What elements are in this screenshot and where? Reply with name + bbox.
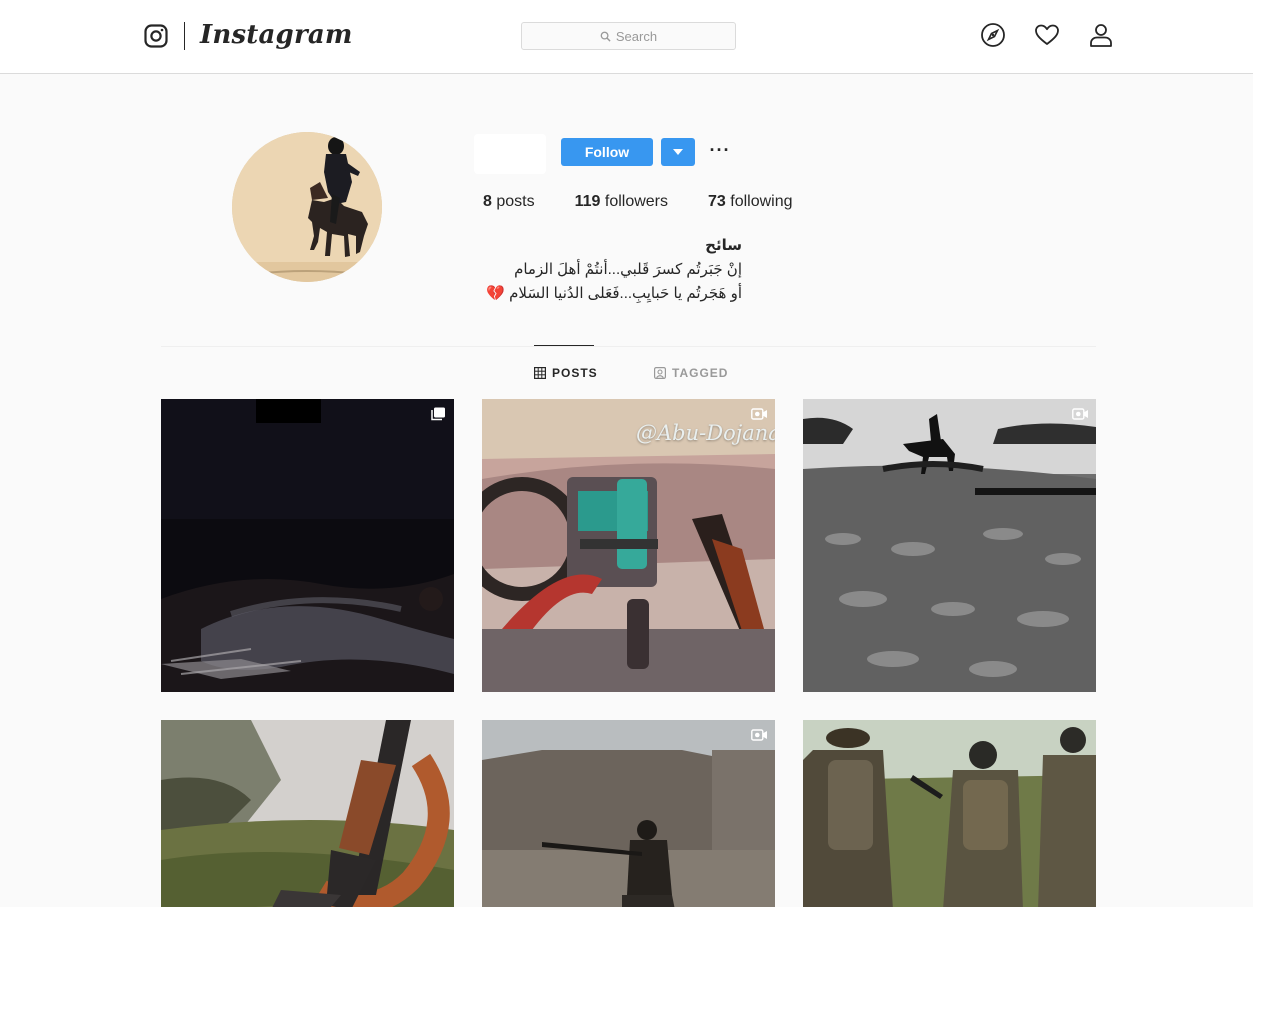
search-icon — [600, 31, 611, 42]
post-image — [161, 720, 454, 907]
explore-compass-icon[interactable] — [980, 22, 1006, 48]
tab-tagged[interactable]: TAGGED — [654, 366, 728, 380]
post-overlay-text: @Abu-Dojana — [636, 421, 775, 445]
follow-button[interactable]: Follow — [561, 138, 653, 166]
video-camera-icon — [1072, 408, 1088, 420]
profile-stats: 8 posts 119 followers 73 following — [483, 193, 793, 211]
profile-avatar[interactable] — [232, 132, 382, 282]
page-viewport: Instagram Search Follow ··· 8 posts 119 … — [0, 0, 1253, 907]
stat-followers[interactable]: 119 followers — [575, 193, 668, 211]
bio-line-2: أو هَجَرتُم يا حَبايِبِ...فَعَلى الدُنيا… — [486, 285, 742, 302]
tabs-divider — [161, 346, 1096, 347]
search-placeholder: Search — [615, 28, 658, 44]
post-tile[interactable] — [482, 720, 775, 907]
grid-icon — [534, 367, 546, 379]
tab-tagged-label: TAGGED — [672, 366, 729, 380]
post-image — [803, 399, 1096, 692]
active-tab-indicator — [534, 345, 594, 346]
top-navigation-bar: Instagram Search — [0, 0, 1253, 74]
stat-following-label: following — [730, 193, 793, 210]
tagged-user-icon — [654, 367, 666, 379]
suggested-accounts-button[interactable] — [661, 138, 695, 166]
profile-user-icon[interactable] — [1088, 22, 1114, 48]
post-tile[interactable]: @Abu-Dojana — [482, 399, 775, 692]
bio-line-1: إنْ جَبَرتُم كسرَ قَلبي...أنتُمْ أهلَ ال… — [514, 261, 742, 278]
post-image — [482, 720, 775, 907]
tab-posts[interactable]: POSTS — [534, 366, 598, 380]
stat-followers-count: 119 — [574, 193, 601, 210]
stat-posts-count: 8 — [483, 193, 492, 210]
post-image — [161, 399, 454, 692]
username-placeholder — [474, 134, 546, 174]
stat-posts: 8 posts — [483, 193, 535, 211]
more-options-button[interactable]: ··· — [708, 140, 732, 164]
post-tile[interactable] — [803, 720, 1096, 907]
stat-following[interactable]: 73 following — [708, 193, 793, 211]
instagram-wordmark[interactable]: Instagram — [200, 20, 353, 50]
profile-bio: سائح إنْ جَبَرتُم كسرَ قَلبي...أنتُمْ أه… — [482, 234, 742, 306]
post-tile[interactable] — [161, 399, 454, 692]
stat-followers-label: followers — [604, 193, 669, 210]
tab-posts-label: POSTS — [552, 366, 598, 380]
stat-posts-label: posts — [496, 193, 535, 210]
search-input[interactable]: Search — [521, 22, 736, 50]
post-tile[interactable] — [803, 399, 1096, 692]
video-camera-icon — [751, 729, 767, 741]
carousel-icon — [431, 407, 445, 421]
activity-heart-icon[interactable] — [1034, 22, 1060, 48]
caret-down-icon — [673, 149, 683, 155]
video-camera-icon — [751, 408, 767, 420]
instagram-logo-icon[interactable] — [144, 24, 168, 48]
logo-divider — [184, 22, 185, 50]
post-image — [803, 720, 1096, 907]
post-tile[interactable] — [161, 720, 454, 907]
stat-following-count: 73 — [708, 193, 726, 210]
bio-name: سائح — [705, 237, 742, 254]
